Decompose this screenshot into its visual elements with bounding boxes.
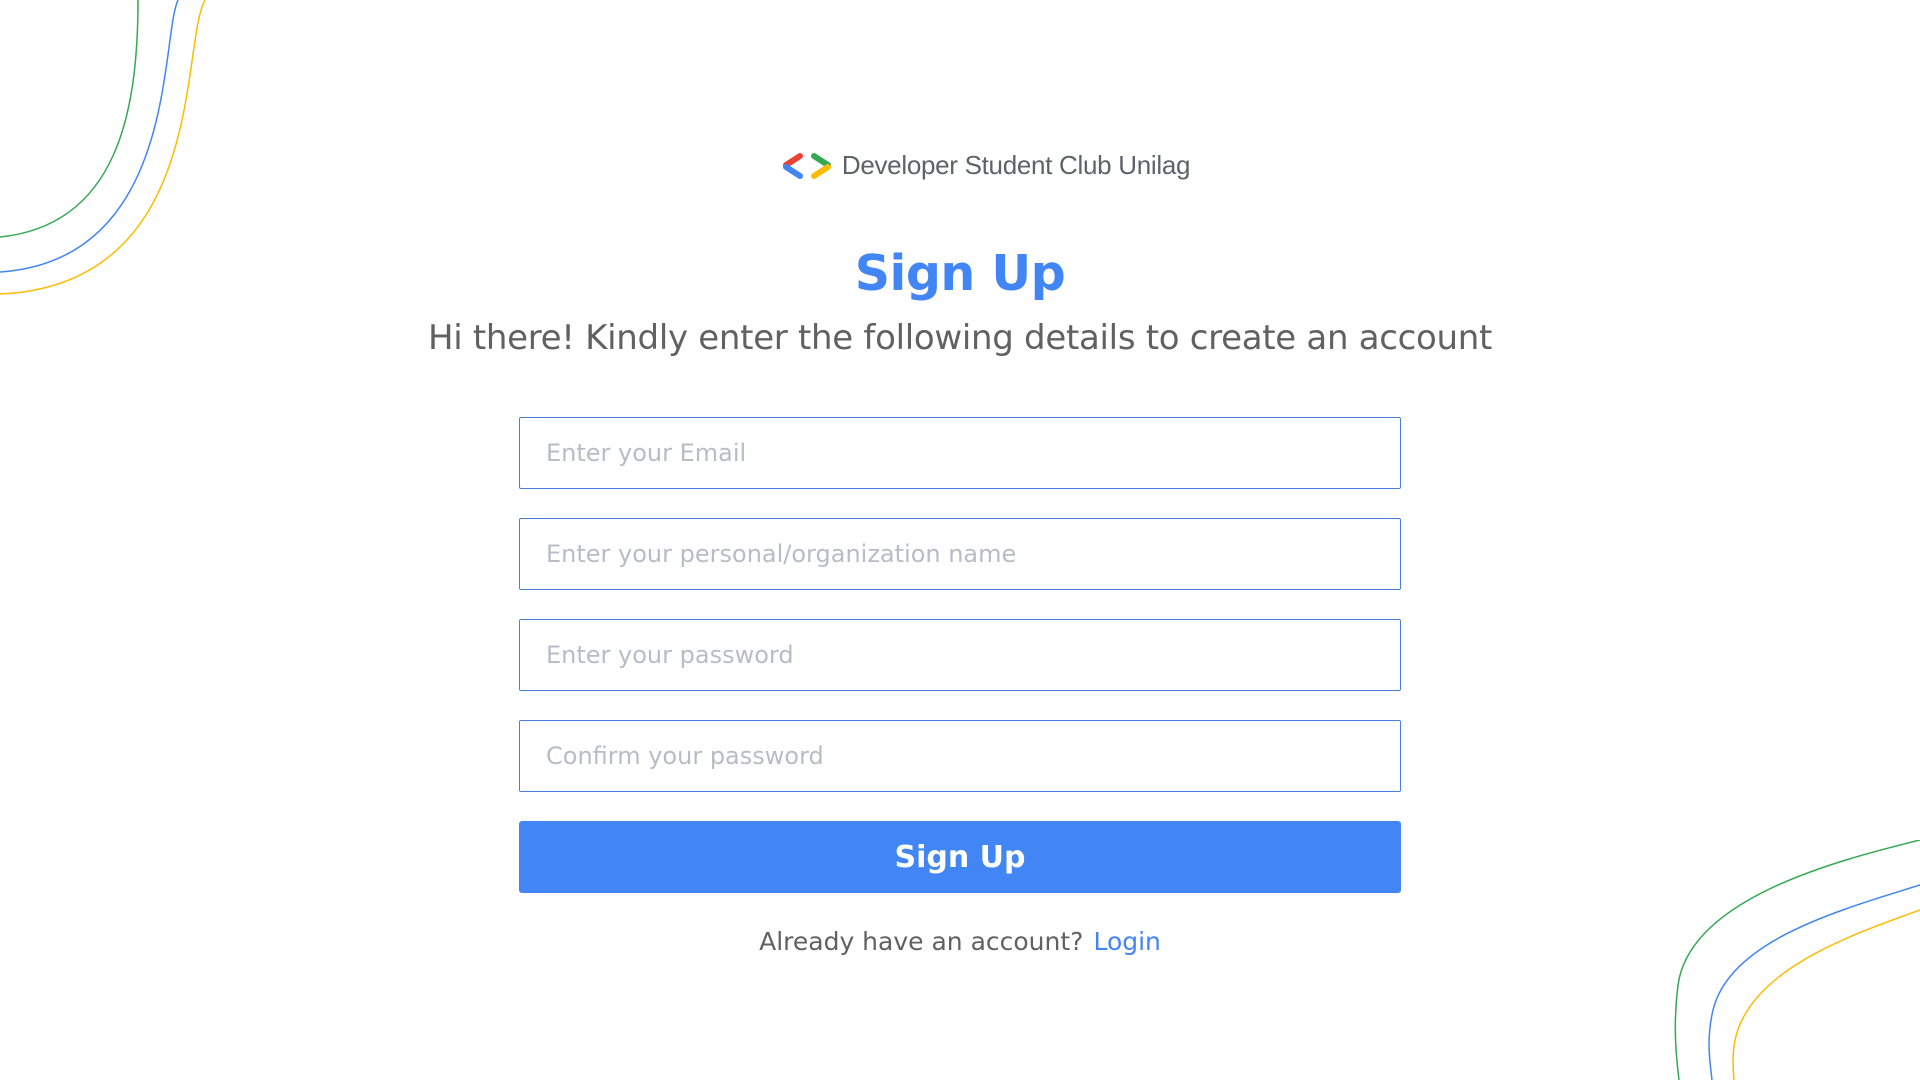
login-prompt: Already have an account? Login: [0, 927, 1920, 956]
brand: Developer Student Club Unilag: [0, 150, 1920, 181]
decorative-curves-bottom-right: [1674, 840, 1920, 1080]
confirm-password-field[interactable]: [519, 720, 1401, 792]
login-prompt-text: Already have an account?: [759, 927, 1084, 956]
signup-form: Sign Up: [519, 417, 1401, 893]
login-link[interactable]: Login: [1093, 927, 1160, 956]
brand-name: Developer Student Club Unilag: [841, 150, 1191, 180]
sign-up-button[interactable]: Sign Up: [519, 821, 1401, 893]
page-subtitle: Hi there! Kindly enter the following det…: [427, 318, 1493, 358]
name-field[interactable]: [519, 518, 1401, 590]
signup-page: Developer Student Club Unilag Sign Up Hi…: [0, 0, 1920, 1080]
email-field[interactable]: [519, 417, 1401, 489]
gdsc-logo-icon: [782, 152, 831, 179]
page-title: Sign Up: [854, 245, 1066, 302]
password-field[interactable]: [519, 619, 1401, 691]
